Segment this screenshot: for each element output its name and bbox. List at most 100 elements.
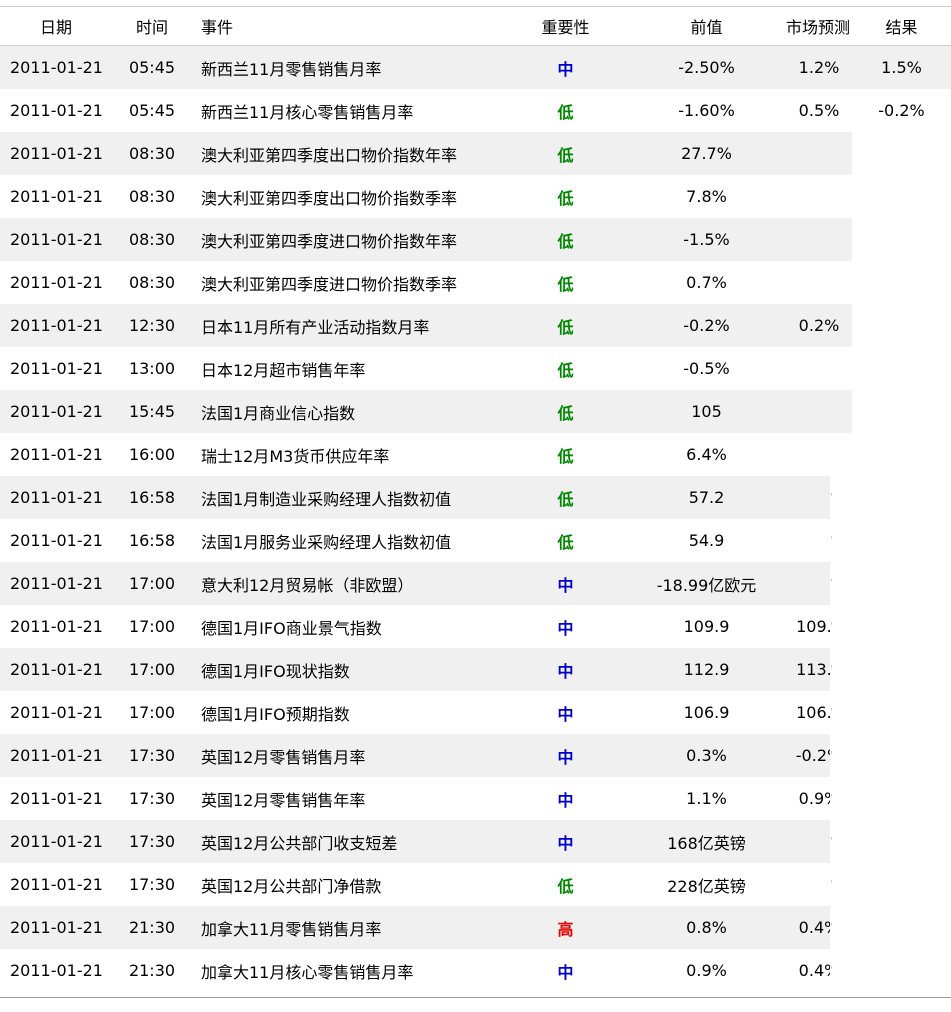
cell-event: 德国1月IFO预期指数	[192, 691, 504, 734]
cell-importance: 中	[504, 648, 627, 691]
cell-forecast	[786, 433, 852, 476]
cell-time: 17:00	[112, 605, 192, 648]
cell-time: 16:58	[112, 519, 192, 562]
cell-importance: 中	[504, 691, 627, 734]
cell-result: '	[830, 906, 929, 949]
cell-importance: 低	[504, 261, 627, 304]
economic-calendar-table: 日期 时间 事件 重要性 前值 市场预测 结果 2011-01-21 05:45 新…	[0, 7, 951, 992]
cell-importance: 低	[504, 476, 627, 519]
header-importance[interactable]: 重要性	[504, 7, 627, 46]
cell-time: 17:00	[112, 648, 192, 691]
table-row[interactable]: 2011-01-21 17:30 英国12月零售销售月率中 0.3% -0.2% '	[0, 734, 951, 777]
cell-importance: 中	[504, 605, 627, 648]
cell-event: 法国1月服务业采购经理人指数初值	[192, 519, 504, 562]
table-header: 日期 时间 事件 重要性 前值 市场预测 结果	[0, 7, 951, 46]
cell-result	[852, 304, 951, 347]
table-row[interactable]: 2011-01-21 13:00 日本12月超市销售年率低 -0.5%	[0, 347, 951, 390]
cell-event: 澳大利亚第四季度进口物价指数季率	[192, 261, 504, 304]
cell-forecast: 0.2%	[786, 304, 852, 347]
cell-date: 2011-01-21	[0, 218, 112, 261]
cell-previous: 0.3%	[627, 734, 786, 777]
header-result[interactable]: 结果	[852, 7, 951, 46]
cell-event: 澳大利亚第四季度进口物价指数年率	[192, 218, 504, 261]
table-row[interactable]: 2011-01-21 16:58 法国1月制造业采购经理人指数初值低 57.2 '	[0, 476, 951, 519]
cell-date: 2011-01-21	[0, 476, 112, 519]
cell-result	[852, 132, 951, 175]
cell-time: 15:45	[112, 390, 192, 433]
header-forecast[interactable]: 市场预测	[786, 7, 852, 46]
cell-importance: 低	[504, 175, 627, 218]
table-row[interactable]: 2011-01-21 17:30 英国12月公共部门收支短差中 168亿英镑 '	[0, 820, 951, 863]
cell-forecast: 0.5%	[786, 89, 852, 132]
table-row[interactable]: 2011-01-21 17:30 英国12月零售销售年率中 1.1% 0.9% '	[0, 777, 951, 820]
cell-result	[852, 433, 951, 476]
cell-time: 17:00	[112, 562, 192, 605]
table-row[interactable]: 2011-01-21 21:30 加拿大11月零售销售月率高 0.8% 0.4% '	[0, 906, 951, 949]
cell-result: '	[830, 519, 929, 562]
cell-result: '	[830, 691, 929, 734]
cell-event: 英国12月零售销售年率	[192, 777, 504, 820]
cell-importance: 低	[504, 347, 627, 390]
table-row[interactable]: 2011-01-21 17:30 英国12月公共部门净借款低 228亿英镑 '	[0, 863, 951, 906]
cell-time: 08:30	[112, 175, 192, 218]
table-row[interactable]: 2011-01-21 21:30 加拿大11月核心零售销售月率中 0.9% 0.4% '	[0, 949, 951, 992]
cell-result: '	[830, 863, 929, 906]
cell-previous: -18.99亿欧元	[627, 562, 786, 605]
cell-result: -0.2%	[852, 89, 951, 132]
cell-date: 2011-01-21	[0, 562, 112, 605]
cell-result: '	[830, 820, 929, 863]
cell-event: 英国12月零售销售月率	[192, 734, 504, 777]
table-row[interactable]: 2011-01-21 08:30 澳大利亚第四季度出口物价指数季率低 7.8%	[0, 175, 951, 218]
cell-previous: 1.1%	[627, 777, 786, 820]
table-row[interactable]: 2011-01-21 12:30 日本11月所有产业活动指数月率低 -0.2% 0.2%	[0, 304, 951, 347]
cell-date: 2011-01-21	[0, 863, 112, 906]
cell-importance: 中	[504, 820, 627, 863]
table-row[interactable]: 2011-01-21 05:45 新西兰11月核心零售销售月率低 -1.60% 0.5%…	[0, 89, 951, 132]
cell-result	[852, 261, 951, 304]
cell-result	[852, 175, 951, 218]
cell-date: 2011-01-21	[0, 433, 112, 476]
cell-importance: 低	[504, 89, 627, 132]
cell-event: 法国1月商业信心指数	[192, 390, 504, 433]
cell-date: 2011-01-21	[0, 175, 112, 218]
table-row[interactable]: 2011-01-21 05:45 新西兰11月零售销售月率中 -2.50% 1.2% 1.…	[0, 45, 951, 89]
cell-result	[852, 347, 951, 390]
table-row[interactable]: 2011-01-21 16:58 法国1月服务业采购经理人指数初值低 54.9 '	[0, 519, 951, 562]
table-row[interactable]: 2011-01-21 16:00 瑞士12月M3货币供应年率低 6.4%	[0, 433, 951, 476]
header-forecast-label: 市场预测	[786, 18, 851, 37]
table-row[interactable]: 2011-01-21 17:00 德国1月IFO现状指数中 112.9 113.4 '	[0, 648, 951, 691]
table-row[interactable]: 2011-01-21 15:45 法国1月商业信心指数低 105	[0, 390, 951, 433]
cell-previous: 6.4%	[627, 433, 786, 476]
table-row[interactable]: 2011-01-21 17:00 意大利12月贸易帐（非欧盟）中 -18.99亿欧元 '	[0, 562, 951, 605]
header-previous[interactable]: 前值	[627, 7, 786, 46]
cell-forecast	[786, 132, 852, 175]
cell-time: 16:58	[112, 476, 192, 519]
cell-importance: 中	[504, 45, 627, 89]
table-row[interactable]: 2011-01-21 17:00 德国1月IFO商业景气指数中 109.9 109.9 '	[0, 605, 951, 648]
header-time[interactable]: 时间	[112, 7, 192, 46]
cell-event: 法国1月制造业采购经理人指数初值	[192, 476, 504, 519]
cell-importance: 中	[504, 734, 627, 777]
table-row[interactable]: 2011-01-21 08:30 澳大利亚第四季度进口物价指数年率低 -1.5%	[0, 218, 951, 261]
cell-previous: 109.9	[627, 605, 786, 648]
cell-forecast	[786, 175, 852, 218]
cell-previous: 0.7%	[627, 261, 786, 304]
cell-previous: 228亿英镑	[627, 863, 786, 906]
table-row[interactable]: 2011-01-21 17:00 德国1月IFO预期指数中 106.9 106.5 '	[0, 691, 951, 734]
cell-previous: -2.50%	[627, 45, 786, 89]
cell-importance: 中	[504, 949, 627, 992]
header-event[interactable]: 事件	[192, 7, 504, 46]
cell-event: 德国1月IFO商业景气指数	[192, 605, 504, 648]
cell-time: 08:30	[112, 132, 192, 175]
header-date[interactable]: 日期	[0, 7, 112, 46]
cell-previous: -0.5%	[627, 347, 786, 390]
cell-event: 新西兰11月核心零售销售月率	[192, 89, 504, 132]
table-row[interactable]: 2011-01-21 08:30 澳大利亚第四季度出口物价指数年率低 27.7%	[0, 132, 951, 175]
cell-importance: 低	[504, 218, 627, 261]
cell-previous: 7.8%	[627, 175, 786, 218]
cell-importance: 中	[504, 777, 627, 820]
cell-date: 2011-01-21	[0, 347, 112, 390]
cell-time: 16:00	[112, 433, 192, 476]
cell-importance: 低	[504, 863, 627, 906]
table-row[interactable]: 2011-01-21 08:30 澳大利亚第四季度进口物价指数季率低 0.7%	[0, 261, 951, 304]
